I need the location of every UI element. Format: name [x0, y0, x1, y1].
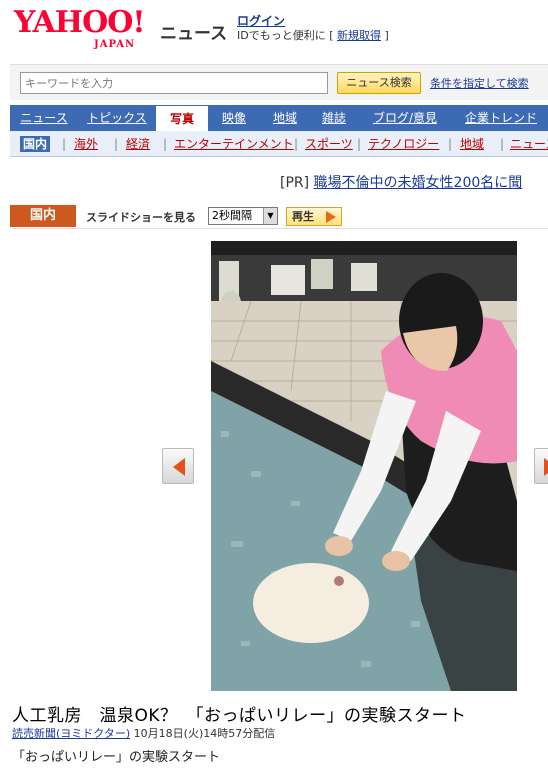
tab-topics[interactable]: トピックス — [78, 105, 156, 131]
tab-news[interactable]: ニュース — [12, 105, 76, 131]
select-arrow-icon: ▼ — [263, 208, 277, 224]
subtab-news-more[interactable]: ニュース — [510, 136, 548, 152]
photo-caption: 「おっぱいリレー」の実験スタート — [12, 750, 221, 765]
bracket-open: [ — [329, 29, 334, 42]
signup-link[interactable]: 新規取得 — [337, 29, 381, 42]
interval-value: 2秒間隔 — [212, 209, 252, 222]
subtab-local[interactable]: 地域 — [460, 136, 484, 152]
next-arrow-icon — [544, 458, 548, 476]
category-badge: 国内 — [10, 205, 76, 227]
news-search-button[interactable]: ニュース検索 — [337, 72, 421, 94]
slideshow-bar: 国内 スライドショーを見る 2秒間隔 ▼ 再生 — [10, 203, 548, 229]
subtab-entertainment[interactable]: エンターテインメント — [174, 136, 294, 152]
advanced-search-link[interactable]: 条件を指定して検索 — [430, 75, 529, 91]
login-note-text: IDでもっと便利に — [237, 29, 326, 42]
login-note: IDでもっと便利に [ 新規取得 ] — [237, 27, 389, 43]
source-link[interactable]: 読売新聞(ヨミドクター) — [12, 727, 130, 740]
tab-corporate-trends[interactable]: 企業トレンド — [454, 105, 548, 131]
interval-select[interactable]: 2秒間隔 ▼ — [208, 207, 278, 225]
play-triangle-icon — [326, 211, 336, 223]
play-label: 再生 — [292, 210, 314, 223]
subtab-economy[interactable]: 経済 — [126, 136, 150, 152]
tab-video[interactable]: 映像 — [210, 105, 258, 131]
page-header: YAHOO! JAPAN ニュース ログイン IDでもっと便利に [ 新規取得 … — [0, 0, 548, 60]
tab-blogs[interactable]: ブログ/意見 — [358, 105, 452, 131]
category-nav: 国内 | 海外 | 経済 | エンターテインメント | スポーツ | テクノロジ… — [10, 131, 548, 157]
photo-illustration — [211, 241, 517, 691]
main-nav: ニュース トピックス 写真 映像 地域 雑誌 ブログ/意見 企業トレンド — [10, 105, 548, 131]
search-input[interactable] — [20, 72, 328, 94]
previous-photo-button[interactable] — [162, 448, 194, 484]
tab-photos[interactable]: 写真 — [156, 105, 208, 131]
service-name: ニュース — [160, 24, 228, 44]
subtab-domestic[interactable]: 国内 — [20, 136, 51, 152]
pr-ad-link[interactable]: 職場不倫中の未婚女性200名に聞 — [314, 175, 523, 191]
article-source-line: 読売新聞(ヨミドクター) 10月18日(火)14時57分配信 — [12, 725, 275, 741]
search-bar: ニュース検索 条件を指定して検索 — [10, 64, 548, 100]
logo-subtext: JAPAN — [94, 39, 136, 50]
pr-tag: [PR] — [280, 175, 310, 191]
subtab-sports[interactable]: スポーツ — [305, 136, 353, 152]
bracket-close: ] — [384, 29, 389, 42]
article-title: 人工乳房 温泉OK？ 「おっぱいリレー」の実験スタート — [12, 706, 467, 726]
yahoo-japan-logo[interactable]: YAHOO! JAPAN — [14, 6, 154, 54]
logo-text: YAHOO! — [14, 5, 146, 40]
news-photo[interactable] — [211, 241, 517, 691]
pr-ad-line: [PR] 職場不倫中の未婚女性200名に聞 — [280, 172, 548, 192]
next-photo-button[interactable] — [534, 448, 548, 484]
tab-magazines[interactable]: 雑誌 — [312, 105, 356, 131]
slideshow-label: スライドショーを見る — [86, 211, 196, 224]
play-button[interactable]: 再生 — [286, 207, 342, 226]
subtab-technology[interactable]: テクノロジー — [368, 136, 439, 152]
subtab-world[interactable]: 海外 — [74, 136, 98, 152]
tab-local[interactable]: 地域 — [260, 105, 310, 131]
prev-arrow-icon — [173, 458, 185, 476]
article-datetime: 10月18日(火)14時57分配信 — [133, 727, 276, 740]
